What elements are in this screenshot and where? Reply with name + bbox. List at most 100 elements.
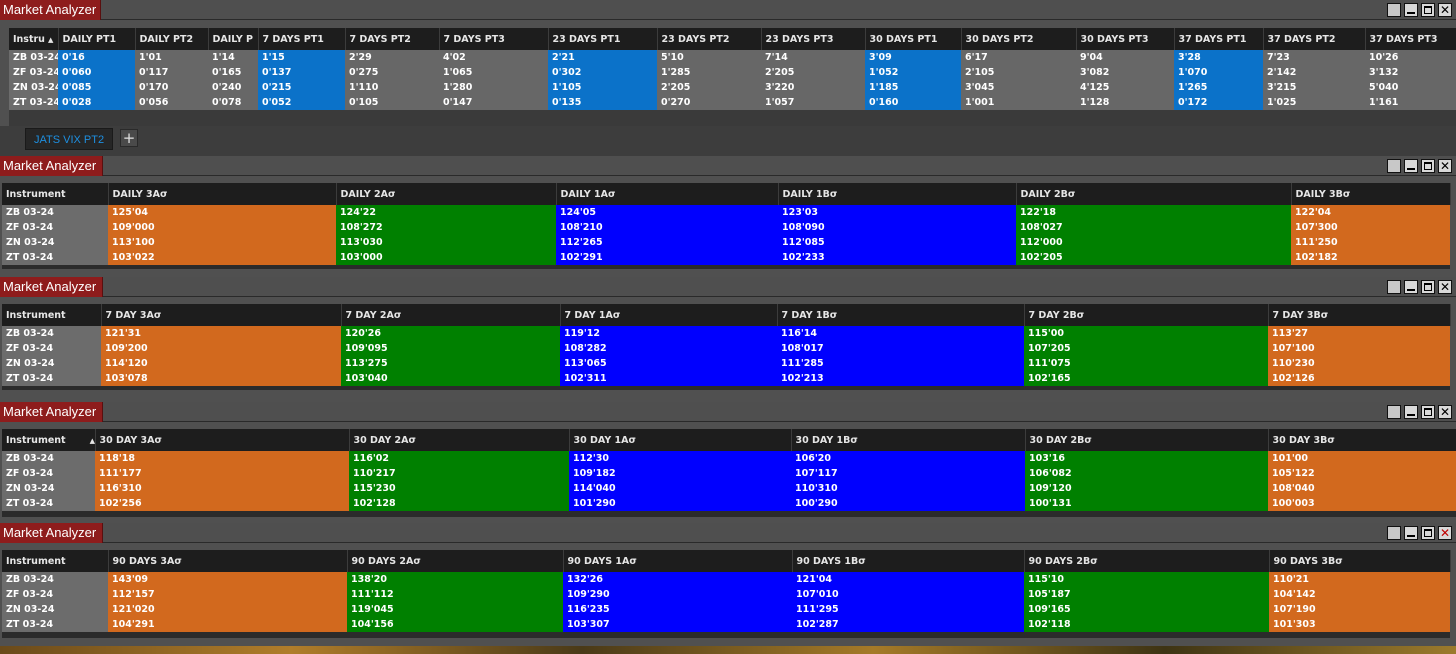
value-cell[interactable]: 109'000 bbox=[108, 220, 336, 235]
value-cell[interactable]: 112'085 bbox=[778, 235, 1016, 250]
table-row[interactable]: ZT 03-24 103'022 103'000 102'291 102'233 102'… bbox=[2, 250, 1450, 265]
value-cell[interactable]: 0'275 bbox=[345, 65, 439, 80]
value-cell[interactable]: 0'052 bbox=[258, 95, 345, 110]
value-cell[interactable]: 108'017 bbox=[777, 341, 1024, 356]
value-cell[interactable]: 0'215 bbox=[258, 80, 345, 95]
value-cell[interactable]: 110'217 bbox=[349, 466, 569, 481]
value-cell[interactable]: 103'000 bbox=[336, 250, 556, 265]
value-cell[interactable]: 113'100 bbox=[108, 235, 336, 250]
value-cell[interactable]: 1'161 bbox=[1365, 95, 1456, 110]
value-cell[interactable]: 114'120 bbox=[101, 356, 341, 371]
instrument-cell[interactable]: ZB 03-24 bbox=[2, 326, 101, 341]
value-cell[interactable]: 102'256 bbox=[95, 496, 349, 511]
table-row[interactable]: ZN 03-24 113'100 113'030 112'265 112'085 112'… bbox=[2, 235, 1450, 250]
value-cell[interactable]: 121'020 bbox=[108, 602, 347, 617]
table-row[interactable]: ZB 03-24 0'16 1'01 1'14 1'15 2'29 4'02 2'21 5'10… bbox=[9, 50, 1456, 65]
value-cell[interactable]: 103'16 bbox=[1025, 451, 1268, 466]
table-row[interactable]: ZF 03-24 0'060 0'117 0'165 0'137 0'275 1'065 0'… bbox=[9, 65, 1456, 80]
value-cell[interactable]: 5'10 bbox=[657, 50, 761, 65]
value-cell[interactable]: 1'105 bbox=[548, 80, 657, 95]
value-cell[interactable]: 0'078 bbox=[208, 95, 258, 110]
value-cell[interactable]: 109'165 bbox=[1024, 602, 1269, 617]
instrument-cell[interactable]: ZF 03-24 bbox=[2, 587, 108, 602]
value-cell[interactable]: 1'110 bbox=[345, 80, 439, 95]
value-cell[interactable]: 113'065 bbox=[560, 356, 777, 371]
close-button[interactable]: ✕ bbox=[1438, 280, 1452, 294]
column-header[interactable]: DAILY PT1 bbox=[58, 28, 136, 50]
value-cell[interactable]: 124'05 bbox=[556, 205, 778, 220]
maximize-button[interactable] bbox=[1421, 526, 1435, 540]
column-header[interactable]: 7 DAYS PT2 bbox=[345, 28, 440, 50]
window-titlebar[interactable]: Market Analyzer ✕ bbox=[0, 523, 1456, 543]
table-row[interactable]: ZT 03-24 103'078 103'040 102'311 102'213 102'… bbox=[2, 371, 1450, 386]
value-cell[interactable]: 7'14 bbox=[761, 50, 865, 65]
value-cell[interactable]: 116'14 bbox=[777, 326, 1024, 341]
table-row[interactable]: ZT 03-24 104'291 104'156 103'307 102'287 102'… bbox=[2, 617, 1450, 632]
value-cell[interactable]: 108'040 bbox=[1268, 481, 1456, 496]
instrument-cell[interactable]: ZN 03-24 bbox=[2, 602, 108, 617]
add-tab-button[interactable]: + bbox=[120, 129, 138, 147]
value-cell[interactable]: 112'30 bbox=[569, 451, 791, 466]
value-cell[interactable]: 1'070 bbox=[1174, 65, 1263, 80]
value-cell[interactable]: 101'303 bbox=[1269, 617, 1450, 632]
maximize-button[interactable] bbox=[1421, 405, 1435, 419]
window-titlebar[interactable]: Market Analyzer ✕ bbox=[0, 156, 1456, 176]
value-cell[interactable]: 121'04 bbox=[792, 572, 1024, 587]
value-cell[interactable]: 0'16 bbox=[58, 50, 135, 65]
column-header[interactable]: 7 DAY 2Bσ bbox=[1024, 304, 1269, 326]
minimize-button[interactable] bbox=[1404, 159, 1418, 173]
table-row[interactable]: ZT 03-24 102'256 102'128 101'290 100'290 100'… bbox=[2, 496, 1456, 511]
window-titlebar[interactable]: Market Analyzer ✕ bbox=[0, 0, 1456, 20]
link-icon[interactable] bbox=[1387, 280, 1401, 294]
value-cell[interactable]: 0'105 bbox=[345, 95, 439, 110]
value-cell[interactable]: 116'310 bbox=[95, 481, 349, 496]
instrument-cell[interactable]: ZB 03-24 bbox=[2, 572, 108, 587]
value-cell[interactable]: 1'185 bbox=[865, 80, 961, 95]
value-cell[interactable]: 114'040 bbox=[569, 481, 791, 496]
column-header[interactable]: 37 DAYS PT1 bbox=[1174, 28, 1264, 50]
value-cell[interactable]: 132'26 bbox=[563, 572, 792, 587]
value-cell[interactable]: 120'26 bbox=[341, 326, 560, 341]
value-cell[interactable]: 121'31 bbox=[101, 326, 341, 341]
value-cell[interactable]: 102'233 bbox=[778, 250, 1016, 265]
value-cell[interactable]: 102'126 bbox=[1268, 371, 1450, 386]
table-row[interactable]: ZT 03-24 0'028 0'056 0'078 0'052 0'105 0'147 0'… bbox=[9, 95, 1456, 110]
value-cell[interactable]: 2'105 bbox=[961, 65, 1076, 80]
value-cell[interactable]: 1'14 bbox=[208, 50, 258, 65]
value-cell[interactable]: 108'090 bbox=[778, 220, 1016, 235]
value-cell[interactable]: 4'125 bbox=[1076, 80, 1174, 95]
value-cell[interactable]: 1'285 bbox=[657, 65, 761, 80]
column-header-instrument[interactable]: Instru ▲ bbox=[9, 28, 59, 50]
column-header[interactable]: 90 DAYS 3Aσ bbox=[108, 550, 348, 572]
value-cell[interactable]: 119'045 bbox=[347, 602, 563, 617]
instrument-cell[interactable]: ZN 03-24 bbox=[2, 481, 95, 496]
value-cell[interactable]: 103'078 bbox=[101, 371, 341, 386]
column-header[interactable]: 30 DAY 2Aσ bbox=[349, 429, 570, 451]
instrument-cell[interactable]: ZF 03-24 bbox=[2, 341, 101, 356]
window-titlebar[interactable]: Market Analyzer ✕ bbox=[0, 277, 1456, 297]
tab-jats-vix-pt2[interactable]: JATS VIX PT2 bbox=[25, 128, 114, 150]
value-cell[interactable]: 107'205 bbox=[1024, 341, 1268, 356]
table-row[interactable]: ZB 03-24 118'18 116'02 112'30 106'20 103'16 10… bbox=[2, 451, 1456, 466]
value-cell[interactable]: 10'26 bbox=[1365, 50, 1456, 65]
window-title[interactable]: Market Analyzer bbox=[0, 277, 104, 297]
table-row[interactable]: ZN 03-24 0'085 0'170 0'240 0'215 1'110 1'280 1'… bbox=[9, 80, 1456, 95]
column-header[interactable]: 7 DAY 3Bσ bbox=[1268, 304, 1451, 326]
value-cell[interactable]: 112'157 bbox=[108, 587, 347, 602]
maximize-button[interactable] bbox=[1421, 3, 1435, 17]
value-cell[interactable]: 109'290 bbox=[563, 587, 792, 602]
value-cell[interactable]: 1'01 bbox=[135, 50, 208, 65]
column-header[interactable]: 7 DAYS PT1 bbox=[258, 28, 346, 50]
value-cell[interactable]: 102'165 bbox=[1024, 371, 1268, 386]
value-cell[interactable]: 0'160 bbox=[865, 95, 961, 110]
column-header[interactable]: DAILY 1Bσ bbox=[778, 183, 1017, 205]
value-cell[interactable]: 0'170 bbox=[135, 80, 208, 95]
close-button[interactable]: ✕ bbox=[1438, 405, 1452, 419]
value-cell[interactable]: 3'220 bbox=[761, 80, 865, 95]
value-cell[interactable]: 2'142 bbox=[1263, 65, 1365, 80]
value-cell[interactable]: 119'12 bbox=[560, 326, 777, 341]
value-cell[interactable]: 107'100 bbox=[1268, 341, 1450, 356]
column-header[interactable]: 7 DAY 2Aσ bbox=[341, 304, 561, 326]
value-cell[interactable]: 104'291 bbox=[108, 617, 347, 632]
column-header[interactable]: DAILY 3Aσ bbox=[108, 183, 337, 205]
